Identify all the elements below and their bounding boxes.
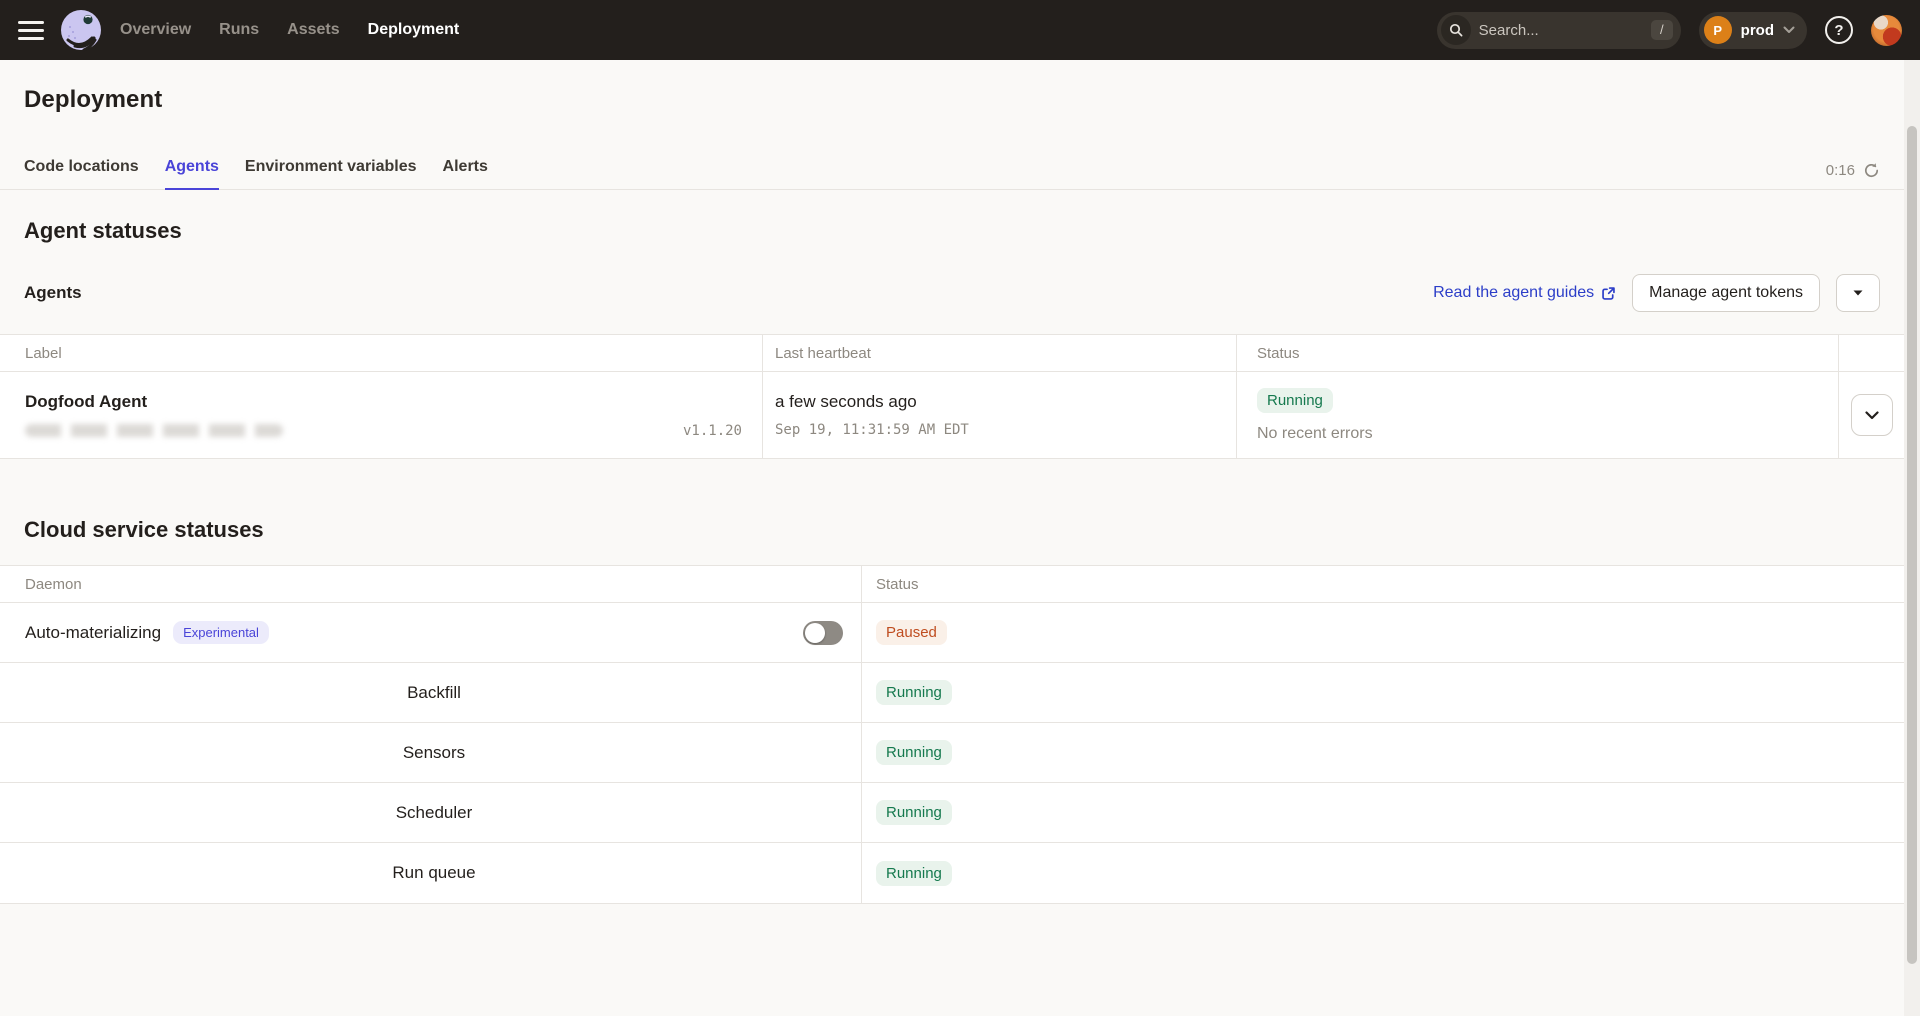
agent-heartbeat-cell: a few seconds ago Sep 19, 11:31:59 AM ED…: [763, 372, 1237, 458]
top-navigation-bar: Overview Runs Assets Deployment / P prod: [0, 0, 1920, 60]
daemon-name: Auto-materializing: [25, 623, 161, 643]
deployment-tabs: Code locations Agents Environment variab…: [24, 158, 488, 189]
daemon-status-cell: Running: [862, 663, 1904, 722]
col-header-status: Status: [1237, 335, 1839, 371]
daemon-name: Run queue: [392, 863, 475, 883]
search-icon: [1441, 15, 1471, 45]
experimental-tag: Experimental: [173, 621, 269, 644]
daemon-row-auto-materializing: Auto-materializing Experimental Paused: [0, 603, 1904, 663]
agent-id-redacted: [25, 424, 283, 437]
nav-overview[interactable]: Overview: [120, 21, 191, 39]
deployment-switcher[interactable]: P prod: [1699, 12, 1807, 49]
caret-down-icon: [1853, 290, 1863, 296]
daemon-cell: Sensors: [0, 723, 862, 782]
agents-table-header: Label Last heartbeat Status: [0, 335, 1904, 372]
agent-row: Dogfood Agent v1.1.20 a few seconds ago …: [0, 372, 1904, 458]
agents-toolbar: Agents Read the agent guides Manage agen…: [24, 274, 1880, 312]
agent-row-actions-cell: [1839, 372, 1904, 458]
cloud-service-statuses-heading: Cloud service statuses: [24, 517, 1880, 543]
daemon-status-badge: Running: [876, 740, 952, 765]
agent-status-note: No recent errors: [1257, 425, 1826, 443]
agent-row-expand-button[interactable]: [1851, 394, 1893, 436]
daemon-name: Sensors: [403, 743, 465, 763]
menu-icon[interactable]: [18, 21, 44, 40]
search-input[interactable]: [1471, 22, 1651, 39]
agents-table: Label Last heartbeat Status Dogfood Agen…: [0, 334, 1904, 459]
topbar-right-group: / P prod ?: [1437, 12, 1902, 49]
chevron-down-icon: [1783, 26, 1795, 34]
agent-label-cell: Dogfood Agent v1.1.20: [0, 372, 763, 458]
nav-deployment[interactable]: Deployment: [368, 21, 460, 39]
daemon-status-badge: Paused: [876, 620, 947, 645]
daemon-row-backfill: Backfill Running: [0, 663, 1904, 723]
cloud-services-table: Daemon Status Auto-materializing Experim…: [0, 565, 1904, 904]
page-title: Deployment: [24, 86, 1880, 114]
agent-status-badge: Running: [1257, 388, 1333, 413]
agent-guides-link-label: Read the agent guides: [1433, 284, 1594, 302]
app-root: Overview Runs Assets Deployment / P prod: [0, 0, 1920, 1016]
tab-environment-variables[interactable]: Environment variables: [245, 158, 417, 189]
tab-code-locations[interactable]: Code locations: [24, 158, 139, 189]
daemon-status-cell: Running: [862, 843, 1904, 903]
main-content: Deployment Code locations Agents Environ…: [0, 60, 1904, 1016]
daemon-row-scheduler: Scheduler Running: [0, 783, 1904, 843]
primary-nav: Overview Runs Assets Deployment: [120, 21, 459, 39]
daemon-cell: Backfill: [0, 663, 862, 722]
daemon-status-cell: Running: [862, 783, 1904, 842]
auto-materializing-toggle[interactable]: [803, 621, 843, 645]
agent-guides-link[interactable]: Read the agent guides: [1433, 284, 1616, 302]
dagster-logo-icon[interactable]: [58, 7, 104, 53]
col-header-daemon-status: Status: [862, 566, 1904, 602]
org-name: prod: [1741, 22, 1774, 39]
agents-table-title: Agents: [24, 283, 82, 303]
daemon-cell: Scheduler: [0, 783, 862, 842]
search-shortcut-key: /: [1651, 20, 1673, 40]
agent-name[interactable]: Dogfood Agent: [25, 392, 742, 412]
search-box[interactable]: /: [1437, 12, 1681, 49]
nav-runs[interactable]: Runs: [219, 21, 259, 39]
daemon-status-badge: Running: [876, 861, 952, 886]
agent-version: v1.1.20: [683, 423, 742, 439]
tab-agents[interactable]: Agents: [165, 158, 219, 189]
daemon-cell: Auto-materializing Experimental: [0, 603, 862, 662]
daemon-row-sensors: Sensors Running: [0, 723, 1904, 783]
user-avatar[interactable]: [1871, 15, 1902, 46]
manage-agent-tokens-button[interactable]: Manage agent tokens: [1632, 274, 1820, 312]
scrollbar-thumb[interactable]: [1907, 126, 1917, 964]
agent-statuses-heading: Agent statuses: [24, 218, 1880, 244]
daemon-status-cell: Paused: [862, 603, 1904, 662]
heartbeat-timestamp: Sep 19, 11:31:59 AM EDT: [775, 422, 1224, 438]
agents-more-actions-button[interactable]: [1836, 274, 1880, 312]
refresh-icon[interactable]: [1863, 162, 1880, 179]
agent-status-cell: Running No recent errors: [1237, 372, 1839, 458]
deployment-tabs-row: Code locations Agents Environment variab…: [0, 158, 1904, 190]
agents-toolbar-actions: Read the agent guides Manage agent token…: [1433, 274, 1880, 312]
daemon-name: Scheduler: [396, 803, 473, 823]
daemon-status-badge: Running: [876, 800, 952, 825]
daemon-cell: Run queue: [0, 843, 862, 903]
vertical-scrollbar[interactable]: [1904, 60, 1920, 1016]
col-header-daemon: Daemon: [0, 566, 862, 602]
daemon-status-cell: Running: [862, 723, 1904, 782]
refresh-area: 0:16: [1826, 162, 1880, 189]
nav-assets[interactable]: Assets: [287, 21, 339, 39]
refresh-countdown: 0:16: [1826, 162, 1855, 179]
heartbeat-relative: a few seconds ago: [775, 392, 1224, 412]
tab-alerts[interactable]: Alerts: [443, 158, 488, 189]
col-header-actions: [1839, 335, 1904, 371]
external-link-icon: [1601, 286, 1616, 301]
daemon-row-run-queue: Run queue Running: [0, 843, 1904, 903]
help-icon[interactable]: ?: [1825, 16, 1853, 44]
daemon-name: Backfill: [407, 683, 461, 703]
col-header-label: Label: [0, 335, 763, 371]
daemon-status-badge: Running: [876, 680, 952, 705]
cloud-table-header: Daemon Status: [0, 566, 1904, 603]
col-header-last-heartbeat: Last heartbeat: [763, 335, 1237, 371]
chevron-down-icon: [1865, 411, 1879, 420]
org-initial-badge: P: [1704, 16, 1732, 44]
